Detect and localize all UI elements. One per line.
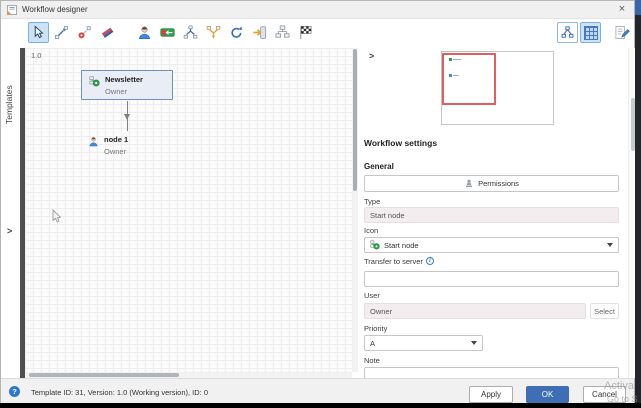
node-owner-label: Owner [105,87,127,96]
transfer-to-server-input[interactable] [364,271,619,287]
info-icon[interactable]: i [426,257,434,265]
node-title: node 1 [104,135,128,144]
general-section-heading: General [364,162,394,171]
fork-icon [183,25,198,40]
merge-tool-button[interactable] [203,22,224,43]
toolbar [1,19,634,48]
priority-label: Priority [364,324,387,333]
app-icon [7,5,17,15]
pointer-tool-button[interactable] [28,22,49,43]
grid-icon [584,26,598,40]
scrollbar-thumb[interactable] [353,49,357,191]
minimap-node-user [449,74,459,77]
eraser-icon [100,25,115,40]
statusbar: ? Template ID: 31, Version: 1.0 (Working… [1,378,634,403]
connector-icon [54,25,69,40]
tree-layout-icon [560,25,575,40]
edge-arrowhead-icon [124,114,130,120]
select-label: Select [594,307,615,316]
pointer-icon [31,25,46,40]
permissions-button[interactable]: Permissions [364,175,619,192]
eraser-tool-button[interactable] [97,22,118,43]
workflow-designer-window: Workflow designer × [0,0,635,403]
transfer-to-server-label: Transfer to serveri [364,257,434,266]
help-icon[interactable]: ? [9,386,20,397]
user-icon [137,25,152,40]
select-user-button[interactable]: Select [590,303,619,319]
activation-watermark-line1: Activa [604,380,634,392]
screen: Workflow designer × [0,0,641,408]
activation-watermark-line2: Go to S [607,394,638,404]
icon-dropdown[interactable]: Start node [364,237,619,253]
node-title: Newsletter [105,75,143,84]
desktop-edge-right [635,0,641,408]
start-node-icon [89,76,100,87]
loop-tool-button[interactable] [226,22,247,43]
minimap[interactable] [441,51,554,125]
org-chart-icon [275,25,290,40]
ok-button[interactable]: OK [526,386,569,403]
edit-form-icon [614,25,630,40]
chevron-down-icon [607,243,613,247]
workflow-node-newsletter[interactable]: Newsletter Owner [81,70,173,100]
scrollbar-thumb[interactable] [29,373,179,377]
type-value: Start node [370,211,405,220]
transfer-label-text: Transfer to server [364,257,423,266]
canvas-version-label: 1.0 [31,51,41,60]
permissions-label: Permissions [478,179,519,188]
finish-flag-icon [298,25,313,40]
panel-expand-chevron-icon[interactable]: > [369,51,374,61]
permissions-icon [464,179,474,189]
connect-tool-button[interactable] [51,22,72,43]
user-tool-button[interactable] [134,22,155,43]
settings-panel: > Workflow settings General Permission [358,48,636,378]
close-icon[interactable]: × [614,2,630,17]
priority-dropdown[interactable]: A [364,335,483,351]
chevron-down-icon [471,341,477,345]
icon-dropdown-value: Start node [384,241,419,250]
fork-tool-button[interactable] [180,22,201,43]
org-chart-tool-button[interactable] [272,22,293,43]
icon-label: Icon [364,226,378,235]
user-field: Owner [364,303,586,319]
apply-button[interactable]: Apply [469,386,513,403]
edit-form-button[interactable] [611,22,632,43]
desktop-edge-bottom [0,403,641,408]
type-label: Type [364,197,380,206]
transition-tool-button[interactable] [157,22,178,43]
disconnect-tool-button[interactable] [74,22,95,43]
note-textarea[interactable] [364,367,619,378]
user-value: Owner [370,307,392,316]
type-field: Start node [364,207,619,223]
minimap-node-start [449,58,461,61]
user-node-icon [88,136,99,147]
window-title: Workflow designer [22,5,88,14]
note-label: Note [364,356,380,365]
transition-icon [160,25,175,40]
grid-toggle-button[interactable] [580,22,601,43]
templates-panel-collapsed: Templates > [1,48,20,378]
workflow-node-node1[interactable]: node 1 Owner [81,131,159,161]
priority-value: A [370,339,375,348]
loop-icon [229,25,244,40]
start-node-icon [370,240,380,250]
tree-layout-button[interactable] [557,22,578,43]
disconnect-icon [77,25,92,40]
titlebar: Workflow designer × [1,1,634,19]
merge-icon [206,25,221,40]
panel-title: Workflow settings [364,138,437,148]
templates-panel-label: Templates [4,85,14,124]
exit-icon [252,25,267,40]
node-owner-label: Owner [104,147,126,156]
user-label: User [364,291,380,300]
workflow-canvas[interactable]: 1.0 Newsletter Owner [25,48,352,378]
finish-flag-tool-button[interactable] [295,22,316,43]
template-status-text: Template ID: 31, Version: 1.0 (Working v… [31,388,208,397]
templates-expand-chevron-icon[interactable]: > [7,226,12,236]
mouse-cursor-icon [51,209,62,224]
exit-tool-button[interactable] [249,22,270,43]
desktop-edge-accent [635,0,641,15]
